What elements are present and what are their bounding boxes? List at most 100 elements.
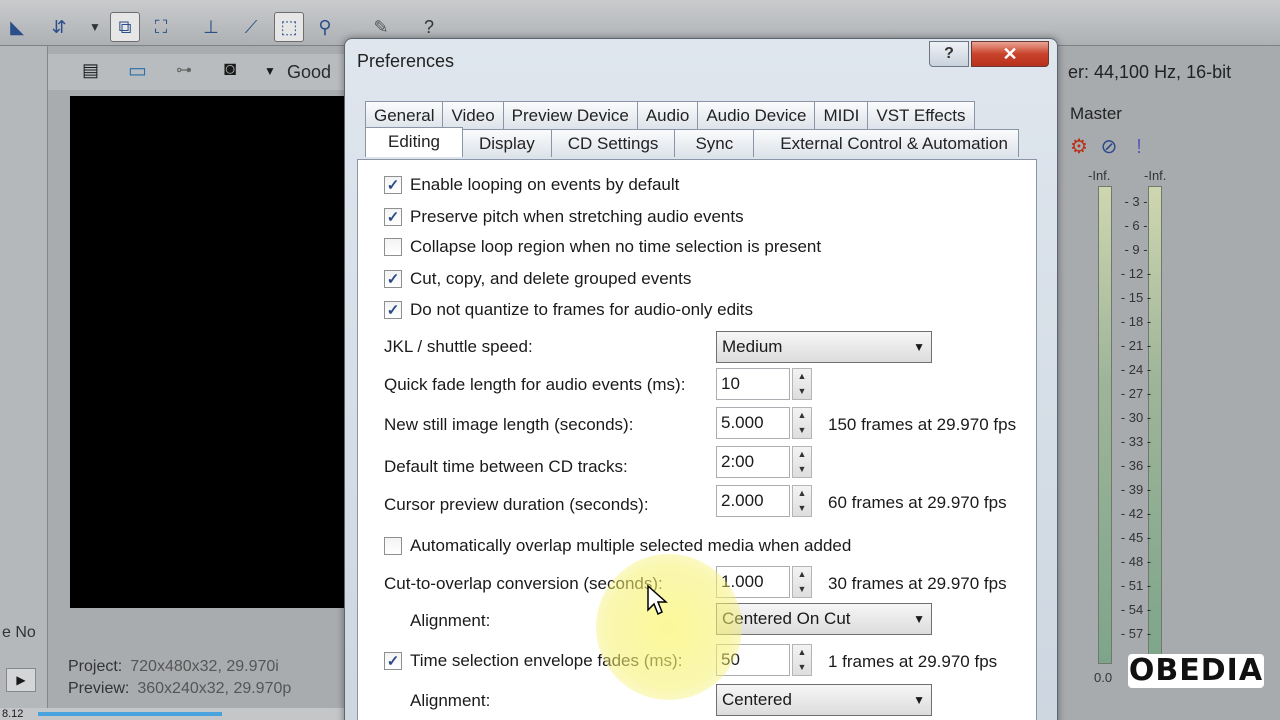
preview-quality-label[interactable]: Good [287, 62, 331, 83]
mute-icon[interactable]: ⊘ [1094, 134, 1124, 159]
selection-tool-icon[interactable]: ⬚ [274, 12, 304, 42]
spin-down-icon[interactable]: ▼ [793, 462, 811, 477]
spin-up-icon[interactable]: ▲ [793, 645, 811, 660]
spin-up-icon[interactable]: ▲ [793, 369, 811, 384]
still-image-info: 150 frames at 29.970 fps [828, 415, 1017, 434]
help-button[interactable]: ? [929, 41, 969, 67]
checkbox-box[interactable]: ✓ [384, 208, 402, 226]
tab-audio[interactable]: Audio [636, 101, 699, 129]
project-value: 720x480x32, 29.970i [130, 658, 279, 675]
meter-scale-tick: - 42 - [1120, 506, 1152, 521]
dropdown-arrow-icon[interactable]: ▼ [80, 12, 110, 42]
tab-video[interactable]: Video [442, 101, 504, 129]
checkbox-label: Cut, copy, and delete grouped events [410, 269, 692, 288]
cd-tracks-input[interactable]: 2:00 [716, 446, 790, 478]
alignment2-value: Centered [722, 690, 792, 709]
alignment2-select[interactable]: Centered ▼ [716, 684, 932, 716]
alignment-value: Centered On Cut [722, 609, 851, 628]
docking-strip [0, 46, 48, 720]
editing-tab-content: ✓ Enable looping on events by default ✓ … [357, 159, 1037, 720]
split-screen-icon[interactable]: ⊶ [176, 60, 192, 80]
quality-dropdown-icon[interactable]: ▼ [264, 64, 276, 78]
tab-audio-device[interactable]: Audio Device [697, 101, 816, 129]
meter-scale-tick: - 21 - [1120, 338, 1152, 353]
spin-down-icon[interactable]: ▼ [793, 501, 811, 516]
tab-general[interactable]: General [365, 101, 444, 129]
preview-value: 360x240x32, 29.970p [137, 680, 292, 697]
tab-midi[interactable]: MIDI [814, 101, 869, 129]
tab-sync[interactable]: Sync [674, 129, 755, 157]
no-label: e No [2, 624, 36, 641]
ignore-grouping-icon[interactable]: ⊥ [196, 12, 226, 42]
meter-scale-tick: - 39 - [1120, 482, 1152, 497]
meter-scale-tick: - 54 - [1120, 602, 1152, 617]
cut-overlap-spinner[interactable]: ▲ ▼ [792, 566, 812, 598]
checkbox-box[interactable]: ✓ [384, 270, 402, 288]
checkbox-preserve-pitch[interactable]: ✓ Preserve pitch when stretching audio e… [384, 207, 744, 227]
meter-scale-tick: - 24 - [1120, 362, 1152, 377]
properties-icon[interactable]: ▤ [82, 60, 99, 81]
tab-preview-device[interactable]: Preview Device [502, 101, 638, 129]
spin-up-icon[interactable]: ▲ [793, 408, 811, 423]
tab-vst-effects[interactable]: VST Effects [867, 101, 975, 129]
spin-up-icon[interactable]: ▲ [793, 567, 811, 582]
status-bar: 8.12 [0, 708, 346, 720]
cd-tracks-label: Default time between CD tracks: [384, 457, 628, 476]
checkbox-box[interactable]: ✓ [384, 301, 402, 319]
checkbox-enable-looping[interactable]: ✓ Enable looping on events by default [384, 175, 679, 195]
spin-up-icon[interactable]: ▲ [793, 486, 811, 501]
solo-icon[interactable]: ! [1124, 136, 1154, 159]
status-progress [38, 712, 222, 716]
lock-envelopes-icon[interactable]: ⛶ [146, 12, 176, 42]
cursor-preview-input[interactable]: 2.000 [716, 485, 790, 517]
close-button[interactable]: ✕ [971, 41, 1049, 67]
cd-tracks-spinner[interactable]: ▲ ▼ [792, 446, 812, 478]
cursor-preview-spinner[interactable]: ▲ ▼ [792, 485, 812, 517]
master-label: Master [1070, 104, 1122, 123]
still-image-spinner[interactable]: ▲ ▼ [792, 407, 812, 439]
meter-scale-tick: - 51 - [1120, 578, 1152, 593]
checkbox-time-selection-fades[interactable]: ✓ Time selection envelope fades (ms): [384, 651, 682, 671]
checkbox-no-quantize[interactable]: ✓ Do not quantize to frames for audio-on… [384, 300, 753, 320]
cut-overlap-input[interactable]: 1.000 [716, 566, 790, 598]
play-button[interactable]: ▶ [6, 668, 36, 692]
spin-down-icon[interactable]: ▼ [793, 384, 811, 399]
tab-editing[interactable]: Editing [365, 127, 463, 157]
preview-label: Preview: [68, 680, 130, 697]
checkbox-label: Collapse loop region when no time select… [410, 237, 822, 256]
checkbox-label: Automatically overlap multiple selected … [410, 536, 852, 555]
time-selection-fades-spinner[interactable]: ▲ ▼ [792, 644, 812, 676]
checkbox-auto-overlap[interactable]: Automatically overlap multiple selected … [384, 536, 851, 556]
spin-down-icon[interactable]: ▼ [793, 582, 811, 597]
meter-scale-tick: - 3 - [1124, 194, 1148, 209]
tab-external-control[interactable]: External Control & Automation [753, 129, 1019, 157]
quick-fade-input[interactable]: 10 [716, 368, 790, 400]
external-monitor-icon[interactable]: ▭ [128, 58, 147, 83]
zoom-tool-icon[interactable]: ⚲ [310, 12, 340, 42]
spin-down-icon[interactable]: ▼ [793, 660, 811, 675]
alignment-select[interactable]: Centered On Cut ▼ [716, 603, 932, 635]
spin-up-icon[interactable]: ▲ [793, 447, 811, 462]
checkbox-box[interactable] [384, 537, 402, 555]
still-image-input[interactable]: 5.000 [716, 407, 790, 439]
checkbox-box[interactable] [384, 238, 402, 256]
tabs-row-1: General Video Preview Device Audio Audio… [365, 101, 975, 129]
meter-right-peak: -Inf. [1144, 168, 1167, 183]
jkl-shuttle-select[interactable]: Medium ▼ [716, 331, 932, 363]
fx-gear-icon[interactable]: ⚙ [1064, 134, 1094, 159]
envelope-tool-icon[interactable]: ⟋ [236, 12, 266, 42]
time-selection-fades-input[interactable]: 50 [716, 644, 790, 676]
auto-crossfade-icon[interactable]: ⧉ [110, 12, 140, 42]
checkbox-box[interactable]: ✓ [384, 652, 402, 670]
checkbox-collapse-loop[interactable]: Collapse loop region when no time select… [384, 237, 821, 257]
normal-edit-tool-icon[interactable]: ◣ [2, 12, 32, 42]
checkbox-cut-copy-delete[interactable]: ✓ Cut, copy, and delete grouped events [384, 269, 691, 289]
tab-cd-settings[interactable]: CD Settings [550, 129, 676, 157]
quick-fade-spinner[interactable]: ▲ ▼ [792, 368, 812, 400]
ripple-edit-icon[interactable]: ⇵ [44, 12, 74, 42]
tab-display[interactable]: Display [461, 129, 552, 157]
checkbox-box[interactable]: ✓ [384, 176, 402, 194]
spin-down-icon[interactable]: ▼ [793, 423, 811, 438]
preview-quality-icon[interactable]: ◙ [224, 58, 236, 81]
mouse-cursor-icon [647, 584, 668, 616]
